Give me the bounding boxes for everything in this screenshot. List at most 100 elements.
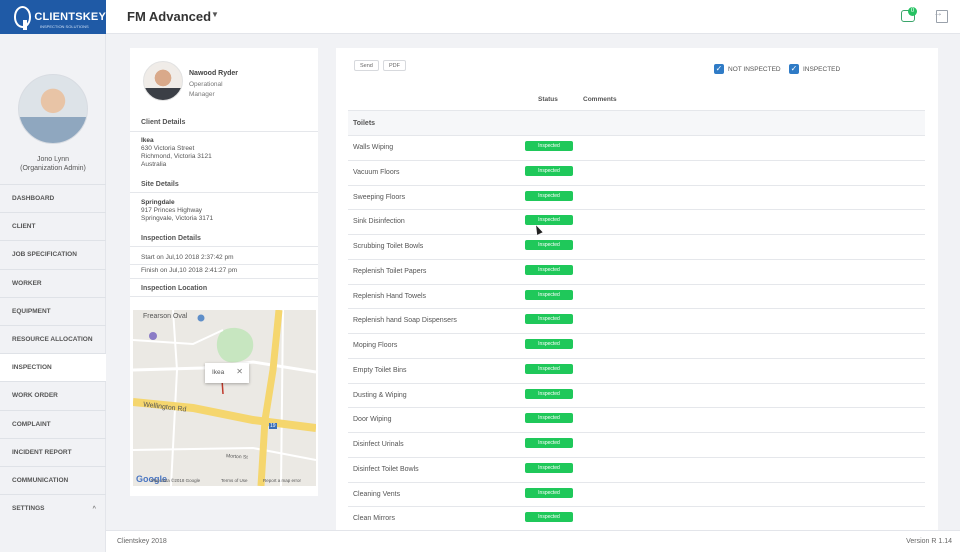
key-logo-icon bbox=[14, 6, 32, 30]
table-row[interactable]: Sweeping Floors Inspected bbox=[348, 184, 925, 210]
table-group-header: Toilets bbox=[348, 110, 925, 135]
logout-icon[interactable] bbox=[933, 8, 948, 23]
divider bbox=[130, 246, 318, 247]
site-address: Springdale 917 Princes Highway Springval… bbox=[141, 199, 214, 222]
sidebar-item-communication[interactable]: COMMUNICATION bbox=[0, 465, 106, 494]
send-button[interactable]: Send bbox=[354, 60, 379, 71]
client-details-title: Client Details bbox=[141, 119, 186, 126]
table-row[interactable]: Clean Mirrors Inspected bbox=[348, 506, 925, 530]
checklist-table: Toilets Walls Wiping Inspected Vacuum Flo… bbox=[348, 110, 925, 530]
table-row[interactable]: Empty Toilet Bins Inspected bbox=[348, 357, 925, 383]
inspector-avatar bbox=[143, 61, 183, 101]
sidebar-item-settings[interactable]: SETTINGS ^ bbox=[0, 494, 106, 522]
inspector-role: Operational Manager bbox=[189, 81, 223, 98]
footer: Clientskey 2018 Version R 1.14 bbox=[106, 530, 960, 552]
map-popup-label: Ikea bbox=[212, 369, 225, 376]
inspection-details-title: Inspection Details bbox=[141, 235, 201, 242]
inspection-checklist-card: Send PDF ✓ NOT INSPECTED ✓ INSPECTED Sta… bbox=[336, 48, 938, 530]
brand-name: CLIENTSKEY bbox=[34, 11, 106, 23]
divider bbox=[130, 278, 318, 279]
status-badge: Inspected bbox=[525, 339, 573, 349]
sidebar: Jono Lynn (Organization Admin) DASHBOARD… bbox=[0, 34, 106, 552]
table-row[interactable]: Disinfect Urinals Inspected bbox=[348, 432, 925, 457]
sidebar-item-complaint[interactable]: COMPLAINT bbox=[0, 409, 106, 438]
not-inspected-checkbox[interactable]: ✓ bbox=[714, 64, 724, 74]
table-row[interactable]: Door Wiping Inspected bbox=[348, 407, 925, 432]
table-row[interactable]: Cleaning Vents Inspected bbox=[348, 481, 925, 507]
status-badge: Inspected bbox=[525, 264, 573, 275]
status-badge: Inspected bbox=[525, 462, 573, 473]
status-badge: Inspected bbox=[525, 240, 573, 250]
table-row[interactable]: Dusting & Wiping Inspected bbox=[348, 382, 925, 408]
sidebar-item-dashboard[interactable]: DASHBOARD bbox=[0, 184, 106, 212]
divider bbox=[130, 131, 318, 132]
inspection-start: Start on Jul,10 2018 2:37:42 pm bbox=[141, 254, 234, 261]
inspection-finish: Finish on Jul,10 2018 2:41:27 pm bbox=[141, 267, 238, 274]
footer-version: Version R 1.14 bbox=[906, 538, 952, 545]
user-role: (Organization Admin) bbox=[20, 165, 86, 172]
sidebar-nav: DASHBOARD CLIENT JOB SPECIFICATION WORKE… bbox=[0, 184, 106, 522]
sidebar-item-client[interactable]: CLIENT bbox=[0, 212, 106, 240]
user-info: Jono Lynn (Organization Admin) bbox=[0, 155, 106, 173]
table-row[interactable]: Walls Wiping Inspected bbox=[348, 135, 925, 160]
status-badge: Inspected bbox=[525, 165, 573, 176]
sidebar-item-equipment[interactable]: EQUIPMENT bbox=[0, 296, 106, 325]
sidebar-item-resource-allocation[interactable]: RESOURCE ALLOCATION bbox=[0, 324, 106, 353]
table-row[interactable]: Scrubbing Toilet Bowls Inspected bbox=[348, 234, 925, 259]
chevron-up-icon: ^ bbox=[92, 505, 96, 512]
status-badge: Inspected bbox=[525, 289, 573, 300]
site-details-title: Site Details bbox=[141, 181, 179, 188]
map-label-park: Frearson Oval bbox=[143, 313, 188, 320]
inspector-name: Nawood Ryder bbox=[189, 70, 239, 77]
inspection-info-card: Nawood Ryder Operational Manager Client … bbox=[130, 48, 318, 496]
status-badge: Inspected bbox=[525, 487, 573, 498]
divider bbox=[130, 264, 318, 265]
map-terms-link[interactable]: Terms of Use bbox=[221, 478, 248, 483]
footer-copyright: Clientskey 2018 bbox=[117, 538, 167, 545]
status-badge: Inspected bbox=[525, 314, 573, 325]
map-info-window[interactable]: Ikea ✕ bbox=[205, 363, 249, 383]
sidebar-item-inspection[interactable]: INSPECTION bbox=[0, 353, 106, 382]
map-graphic bbox=[133, 310, 316, 486]
table-row[interactable]: Replenish Hand Towels Inspected bbox=[348, 283, 925, 309]
inspected-label: INSPECTED bbox=[803, 66, 841, 73]
status-badge: Inspected bbox=[525, 141, 573, 151]
chevron-down-icon[interactable]: ▼ bbox=[211, 10, 219, 19]
divider bbox=[130, 296, 318, 297]
not-inspected-label: NOT INSPECTED bbox=[728, 66, 781, 73]
status-badge: Inspected bbox=[525, 388, 573, 399]
table-row[interactable]: Sink Disinfection Inspected bbox=[348, 209, 925, 234]
status-badge: Inspected bbox=[525, 363, 573, 374]
status-badge: Inspected bbox=[525, 512, 573, 523]
inspection-location-title: Inspection Location bbox=[141, 285, 208, 292]
close-icon[interactable]: ✕ bbox=[236, 367, 243, 376]
brand-logo[interactable]: CLIENTSKEY INSPECTION SOLUTIONS bbox=[0, 0, 106, 34]
sidebar-item-worker[interactable]: WORKER bbox=[0, 268, 106, 297]
table-row[interactable]: Moping Floors Inspected bbox=[348, 333, 925, 358]
map-attribution: Map data ©2018 Google bbox=[151, 478, 201, 483]
sidebar-item-work-order[interactable]: WORK ORDER bbox=[0, 381, 106, 409]
map-report-link[interactable]: Report a map error bbox=[263, 478, 301, 483]
sidebar-item-job-specification[interactable]: JOB SPECIFICATION bbox=[0, 240, 106, 268]
status-badge: Inspected bbox=[525, 215, 573, 226]
status-badge: Inspected bbox=[525, 438, 573, 448]
user-name: Jono Lynn bbox=[36, 156, 70, 163]
sidebar-item-incident-report[interactable]: INCIDENT REPORT bbox=[0, 437, 106, 466]
table-row[interactable]: Replenish hand Soap Dispensers Inspected bbox=[348, 308, 925, 333]
status-badge: Inspected bbox=[525, 413, 573, 424]
avatar[interactable] bbox=[18, 74, 88, 144]
top-bar: CLIENTSKEY INSPECTION SOLUTIONS FM Advan… bbox=[0, 0, 960, 34]
table-row[interactable]: Vacuum Floors Inspected bbox=[348, 159, 925, 185]
route-shield: 19 bbox=[269, 423, 277, 429]
inspection-map[interactable]: Frearson Oval Wellington Rd Morton St 19… bbox=[133, 310, 316, 486]
status-column-header: Status bbox=[538, 96, 558, 103]
divider bbox=[130, 192, 318, 193]
table-row[interactable]: Replenish Toilet Papers Inspected bbox=[348, 258, 925, 284]
notification-badge: 0 bbox=[908, 7, 917, 16]
inspected-checkbox[interactable]: ✓ bbox=[789, 64, 799, 74]
table-row[interactable]: Disinfect Toilet Bowls Inspected bbox=[348, 456, 925, 482]
status-badge: Inspected bbox=[525, 190, 573, 201]
app-title[interactable]: FM Advanced bbox=[127, 9, 211, 24]
comments-column-header: Comments bbox=[583, 96, 617, 103]
pdf-button[interactable]: PDF bbox=[383, 60, 406, 71]
